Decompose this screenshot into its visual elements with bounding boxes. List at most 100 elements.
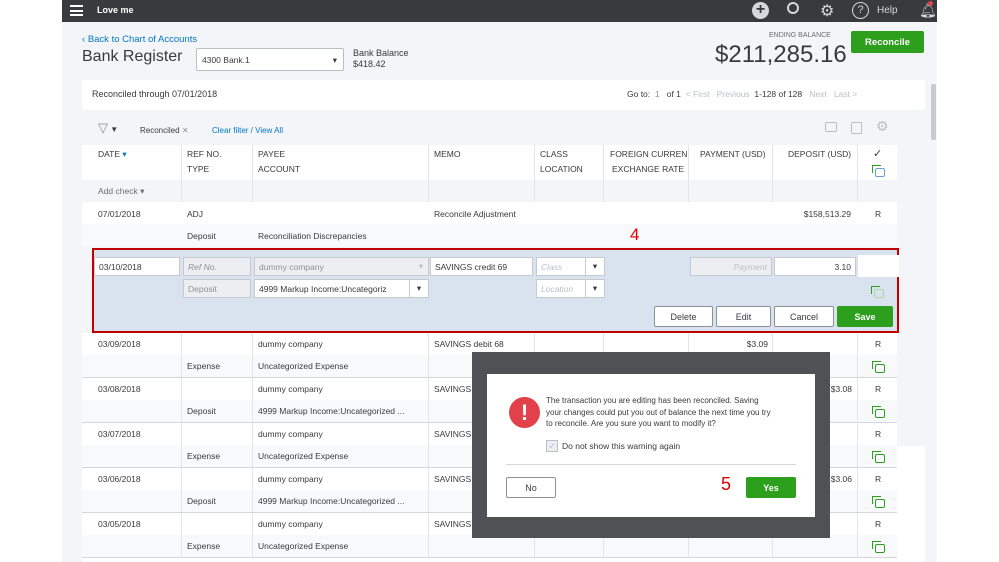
no-button[interactable]: No: [506, 477, 556, 498]
copy-icon[interactable]: [871, 286, 884, 298]
edit-button[interactable]: Edit: [716, 306, 771, 327]
account-value: 4999 Markup Income:Uncategoriz: [259, 283, 387, 294]
chevron-down-icon: ▾: [418, 261, 423, 271]
row-account: Uncategorized Expense: [258, 361, 349, 371]
dont-show-label[interactable]: Do not show this warning again: [562, 441, 680, 451]
account-select[interactable]: 4999 Markup Income:Uncategoriz ▾: [254, 279, 429, 298]
date-input[interactable]: 03/10/2018: [94, 257, 180, 276]
filter-chip-label: Reconciled: [140, 126, 180, 135]
row-status: R: [875, 384, 882, 394]
row-payee: dummy company: [258, 429, 323, 439]
row-account: Uncategorized Expense: [258, 541, 349, 551]
location-select[interactable]: Location ▾: [536, 279, 605, 298]
payment-input[interactable]: Payment: [690, 257, 772, 276]
column-divider: [252, 378, 253, 422]
help-icon[interactable]: ?: [852, 2, 869, 19]
save-button[interactable]: Save: [837, 306, 893, 327]
filter-icon[interactable]: ▽ ▼: [98, 120, 118, 136]
settings-gear-icon[interactable]: ⚙: [876, 118, 889, 135]
memo-input[interactable]: SAVINGS credit 69: [430, 257, 533, 276]
class-select[interactable]: Class ▾: [536, 257, 605, 276]
column-divider: [857, 468, 858, 512]
copy-icon[interactable]: [872, 406, 885, 418]
delete-button[interactable]: Delete: [654, 306, 713, 327]
create-plus-icon[interactable]: +: [752, 2, 769, 19]
add-check-button[interactable]: Add check ▾: [98, 186, 144, 197]
search-icon[interactable]: [787, 2, 799, 14]
gear-icon[interactable]: ⚙: [820, 1, 834, 21]
previous-page-link[interactable]: Previous: [717, 89, 750, 99]
column-divider: [428, 333, 429, 377]
bank-balance-label: Bank Balance: [353, 48, 409, 58]
menu-icon[interactable]: [70, 5, 83, 16]
column-divider: [181, 513, 182, 557]
col-payment: PAYMENT (USD): [700, 149, 766, 159]
payee-value: dummy company: [259, 261, 324, 272]
divider: [506, 464, 796, 465]
deposit-input[interactable]: 3.10: [774, 257, 856, 276]
chevron-down-icon: ▾: [585, 280, 604, 297]
row-date: 03/06/2018: [98, 474, 141, 484]
yes-button[interactable]: Yes: [746, 477, 796, 498]
col-exchange-rate: EXCHANGE RATE: [612, 164, 685, 174]
reconcile-button[interactable]: Reconcile: [851, 31, 924, 53]
dialog-message: The transaction you are editing has been…: [546, 396, 771, 428]
back-link-label: Back to Chart of Accounts: [87, 34, 198, 45]
ref-no-input[interactable]: Ref No.: [183, 257, 251, 276]
pagination: Go to: 1 of 1 < First Previous 1-128 of …: [627, 89, 857, 99]
first-page-link[interactable]: < First: [686, 89, 710, 99]
back-to-chart-of-accounts-link[interactable]: ‹ Back to Chart of Accounts: [82, 34, 197, 45]
row-date: 03/09/2018: [98, 339, 141, 349]
remove-filter-icon[interactable]: ✕: [182, 126, 189, 135]
dont-show-checkbox[interactable]: ✓: [546, 440, 558, 452]
row-type: Expense: [187, 541, 221, 551]
row-type: Expense: [187, 361, 221, 371]
column-divider: [428, 378, 429, 422]
row-payee: dummy company: [258, 339, 323, 349]
payee-select[interactable]: dummy company ▾: [254, 257, 429, 276]
page-input[interactable]: 1: [655, 89, 660, 99]
col-date[interactable]: DATE ▾: [98, 149, 127, 160]
col-type: TYPE: [187, 164, 210, 174]
col-foreign-currency: FOREIGN CURRENCY: [610, 149, 688, 159]
export-icon[interactable]: [851, 122, 862, 134]
row-memo: SAVINGS: [434, 519, 472, 529]
row-date: 03/08/2018: [98, 384, 141, 394]
last-page-link[interactable]: Last >: [834, 89, 857, 99]
column-divider: [252, 513, 253, 557]
help-label[interactable]: Help: [877, 5, 898, 16]
clear-filter-link[interactable]: Clear filter / View All: [212, 126, 283, 135]
app: Love me + ⚙ ? Help 🔔︎ ‹ Back to Chart of…: [62, 0, 937, 562]
row-type: Deposit: [187, 231, 216, 241]
column-divider: [181, 333, 182, 377]
column-divider: [428, 423, 429, 467]
row-status: R: [875, 474, 882, 484]
column-divider: [252, 333, 253, 377]
scrollbar[interactable]: [931, 84, 936, 140]
table-row[interactable]: 07/01/2018 ADJ Deposit Reconciliation Di…: [82, 202, 897, 246]
row-memo: SAVINGS debit 68: [434, 339, 504, 349]
col-ref: REF NO.: [187, 149, 222, 159]
reconciled-through: Reconciled through 07/01/2018: [92, 89, 218, 99]
copy-icon[interactable]: [872, 451, 885, 463]
cancel-button[interactable]: Cancel: [774, 306, 834, 327]
account-select-value: 4300 Bank.1: [202, 55, 250, 65]
copy-icon[interactable]: [872, 361, 885, 373]
row-type: Expense: [187, 451, 221, 461]
row-account: Uncategorized Expense: [258, 451, 349, 461]
next-page-link[interactable]: Next: [809, 89, 826, 99]
row-date: 03/07/2018: [98, 429, 141, 439]
warning-icon: !: [509, 397, 540, 428]
notification-bell-icon[interactable]: 🔔︎: [919, 1, 937, 19]
top-bar: Love me + ⚙ ? Help 🔔︎: [62, 0, 937, 22]
copy-icon[interactable]: [872, 496, 885, 508]
chevron-down-icon: ▾: [409, 280, 428, 297]
column-divider: [857, 423, 858, 467]
account-select[interactable]: 4300 Bank.1 ▾: [196, 48, 344, 71]
copy-icon[interactable]: [872, 541, 885, 553]
sort-down-icon: ▾: [122, 149, 127, 159]
col-memo: MEMO: [434, 149, 461, 159]
print-icon[interactable]: [825, 122, 837, 132]
row-account: 4999 Markup Income:Uncategorized ...: [258, 406, 405, 416]
location-placeholder: Location: [541, 283, 574, 294]
